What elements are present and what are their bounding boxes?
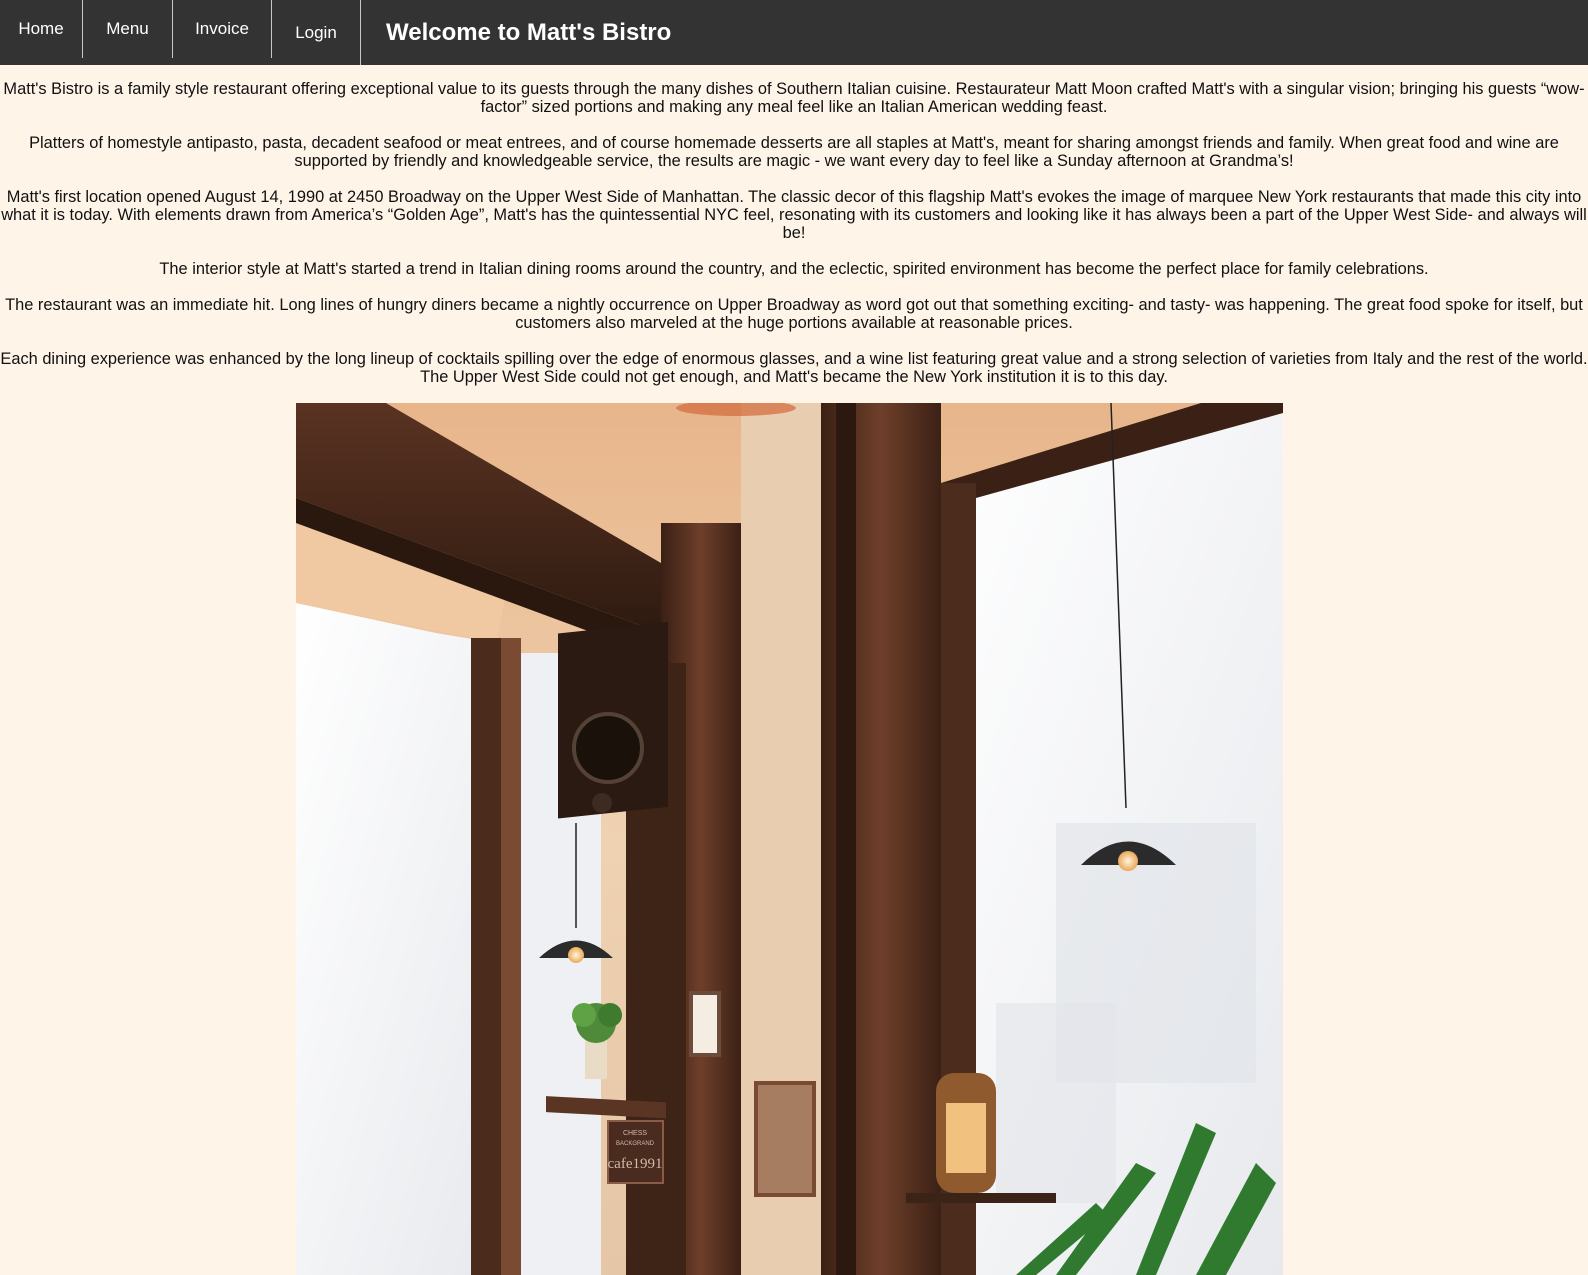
nav-home-link[interactable]: Home (0, 0, 83, 58)
top-navbar: Home Menu Invoice Login Welcome to Matt'… (0, 0, 1588, 65)
nav-menu-link[interactable]: Menu (83, 0, 173, 58)
site-title: Welcome to Matt's Bistro (386, 18, 672, 46)
sign-line-1: CHESS (623, 1130, 647, 1137)
sign-line-3: cafe1991 (608, 1156, 663, 1172)
intro-paragraph: Matt's Bistro is a family style restaura… (3, 80, 1585, 116)
main-content: Matt's Bistro is a family style restaura… (0, 80, 1588, 404)
history-paragraph: Matt's first location opened August 14, … (1, 188, 1587, 242)
restaurant-interior-photo: CHESS BACKGRAND cafe1991 (296, 403, 1283, 1275)
sign-line-2: BACKGRAND (616, 1141, 655, 1147)
dining-experience-paragraph: Each dining experience was enhanced by t… (0, 350, 1588, 386)
nav-invoice-link[interactable]: Invoice (173, 0, 272, 58)
interior-paragraph: The interior style at Matt's started a t… (159, 260, 1429, 278)
platters-paragraph: Platters of homestyle antipasto, pasta, … (29, 134, 1559, 170)
nav-login-link[interactable]: Login (272, 0, 361, 65)
immediate-hit-paragraph: The restaurant was an immediate hit. Lon… (5, 296, 1583, 332)
